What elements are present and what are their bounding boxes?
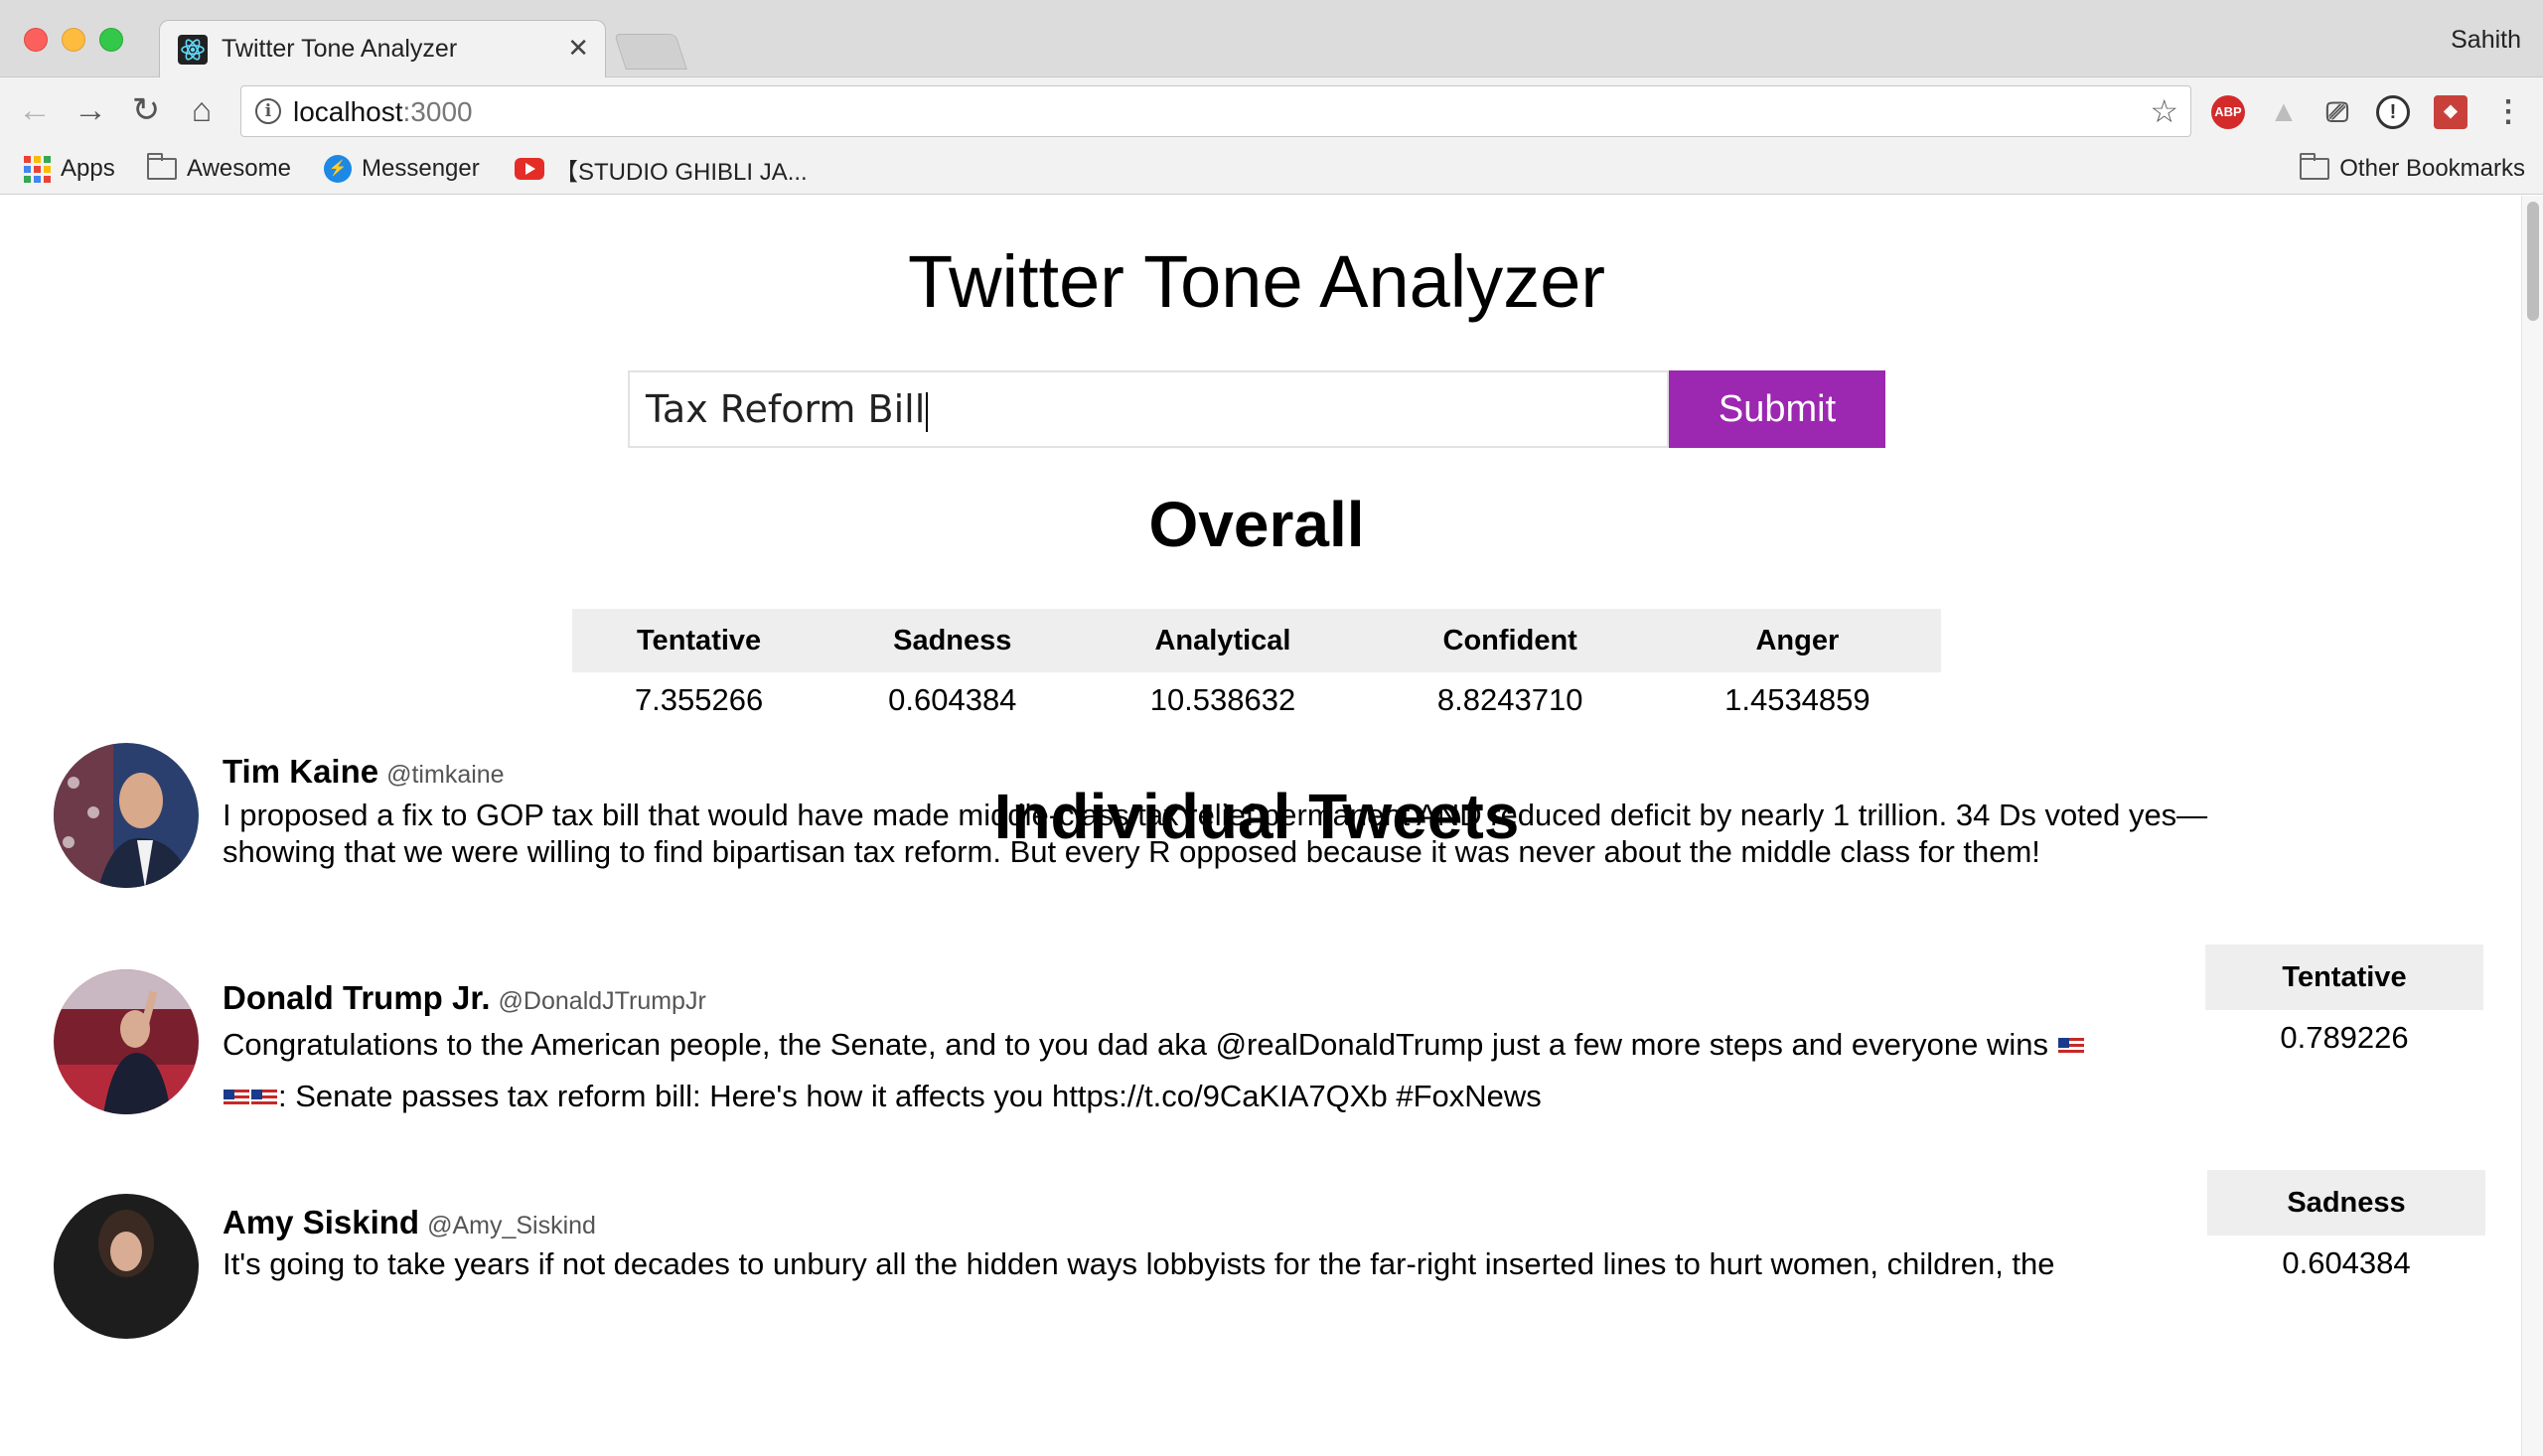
tweet-author-name: Tim Kaine: [223, 753, 379, 790]
avatar[interactable]: [54, 969, 199, 1114]
bookmark-apps[interactable]: Apps: [24, 153, 115, 185]
tone-label: Tentative: [2205, 945, 2483, 1010]
close-window-button[interactable]: [24, 28, 48, 52]
browser-tab[interactable]: Twitter Tone Analyzer ✕: [159, 20, 606, 77]
tweet-author-name: Donald Trump Jr.: [223, 979, 491, 1016]
table-cell: 0.604384: [888, 682, 1017, 717]
cast-icon[interactable]: ⎚: [2320, 95, 2354, 129]
tweet-author[interactable]: Donald Trump Jr. @DonaldJTrumpJr: [223, 979, 706, 1017]
bookmark-messenger[interactable]: ⚡ Messenger: [324, 153, 480, 185]
bookmark-label: Messenger: [362, 155, 480, 182]
reload-icon[interactable]: ↻: [123, 87, 169, 133]
overall-tone-table: Tentative Sadness Analytical Confident A…: [572, 609, 1941, 728]
bookmark-other[interactable]: Other Bookmarks: [2300, 153, 2525, 185]
bookmark-label: Other Bookmarks: [2339, 155, 2525, 182]
overall-heading: Overall: [1148, 489, 1365, 560]
tweet-text: I proposed a fix to GOP tax bill that wo…: [223, 798, 2208, 869]
page-scrollbar[interactable]: [2521, 196, 2543, 1456]
avatar[interactable]: [54, 743, 199, 888]
table-cell: 7.355266: [634, 682, 764, 717]
bookmark-label: Apps: [61, 155, 115, 182]
url-host: localhost: [293, 96, 403, 127]
tweet-tone-box: Sadness 0.604384: [2207, 1170, 2485, 1291]
table-cell: 10.538632: [1149, 682, 1296, 717]
home-icon[interactable]: ⌂: [179, 87, 224, 133]
table-header: Analytical: [1079, 609, 1367, 672]
bookmarks-bar: Apps Awesome ⚡ Messenger 【STUDIO GHIBLI …: [0, 145, 2543, 195]
tweet-text-part: : Senate passes tax reform bill: Here's …: [278, 1079, 1542, 1113]
password-manager-icon[interactable]: !: [2376, 95, 2410, 129]
folder-icon: [2300, 153, 2330, 180]
text-caret: [926, 391, 929, 432]
table-row: 7.355266 0.604384 10.538632 8.8243710 1.…: [572, 672, 1941, 728]
bookmark-label: Awesome: [187, 155, 291, 182]
table-header: Tentative: [572, 609, 826, 672]
bookmark-star-icon[interactable]: ☆: [2150, 92, 2178, 130]
apps-grid-icon: [24, 155, 51, 183]
url-text[interactable]: localhost:3000: [293, 96, 473, 128]
tweet-author-name: Amy Siskind: [223, 1204, 420, 1240]
avatar[interactable]: [54, 1194, 199, 1339]
messenger-icon: ⚡: [324, 155, 352, 183]
tweet-author[interactable]: Amy Siskind @Amy_Siskind: [223, 1204, 596, 1241]
table-header: Confident: [1366, 609, 1654, 672]
tone-value: 0.604384: [2282, 1245, 2411, 1280]
tweet-text: It's going to take years if not decades …: [223, 1246, 2055, 1281]
table-header: Anger: [1653, 609, 1941, 672]
search-input-value: Tax Reform Bill: [646, 387, 926, 431]
youtube-icon: [515, 158, 544, 180]
browser-menu-icon[interactable]: ⋮: [2491, 95, 2525, 129]
tweet-handle: @DonaldJTrumpJr: [498, 987, 706, 1015]
page-title: Twitter Tone Analyzer: [908, 240, 1605, 323]
folder-icon: [147, 153, 177, 180]
forward-arrow-icon[interactable]: →: [68, 87, 113, 133]
profile-name[interactable]: Sahith: [2451, 26, 2521, 55]
tweet-author[interactable]: Tim Kaine @timkaine: [223, 753, 505, 791]
browser-toolbar: ← → ↻ ⌂ i localhost:3000 ☆ ABP ▲ ⎚ ! ❖ ⋮: [0, 77, 2543, 145]
tweet-text-part: Congratulations to the American people, …: [223, 1027, 2049, 1062]
bookmark-studio-ghibli[interactable]: 【STUDIO GHIBLI JA...: [515, 153, 808, 186]
tab-title: Twitter Tone Analyzer: [222, 35, 458, 63]
info-icon[interactable]: i: [255, 98, 281, 124]
minimize-window-button[interactable]: [62, 28, 85, 52]
tone-value: 0.789226: [2280, 1020, 2409, 1055]
scrollbar-thumb[interactable]: [2527, 202, 2539, 321]
react-icon: [178, 35, 208, 65]
bookmark-awesome[interactable]: Awesome: [147, 153, 291, 185]
new-tab-button[interactable]: [614, 34, 687, 70]
submit-button[interactable]: Submit: [1669, 370, 1885, 448]
us-flag-icon: [224, 1089, 249, 1107]
bookmark-label: 【STUDIO GHIBLI JA...: [554, 158, 808, 186]
tweet-text: Congratulations to the American people, …: [223, 1019, 2299, 1122]
search-input[interactable]: Tax Reform Bill: [628, 370, 1669, 448]
us-flag-icon: [2057, 1037, 2084, 1056]
table-cell: 8.8243710: [1436, 682, 1583, 717]
us-flag-icon: [251, 1089, 277, 1107]
maximize-window-button[interactable]: [99, 28, 123, 52]
url-port: :3000: [402, 96, 473, 127]
google-drive-icon[interactable]: ▲: [2267, 95, 2301, 129]
table-header: Sadness: [825, 609, 1080, 672]
table-cell: 1.4534859: [1724, 682, 1870, 717]
tweet-handle: @timkaine: [386, 761, 505, 789]
tweet-tone-box: Tentative 0.789226: [2205, 945, 2483, 1066]
tone-label: Sadness: [2207, 1170, 2485, 1236]
back-arrow-icon[interactable]: ←: [12, 87, 58, 133]
table-header-row: Tentative Sadness Analytical Confident A…: [572, 609, 1941, 672]
adblock-plus-icon[interactable]: ABP: [2211, 95, 2245, 129]
tweet-handle: @Amy_Siskind: [427, 1212, 596, 1239]
address-bar[interactable]: i localhost:3000 ☆: [240, 85, 2191, 137]
extension-icon[interactable]: ❖: [2434, 95, 2468, 129]
browser-titlebar: Twitter Tone Analyzer ✕ Sahith: [0, 0, 2543, 77]
tab-close-icon[interactable]: ✕: [567, 33, 589, 64]
